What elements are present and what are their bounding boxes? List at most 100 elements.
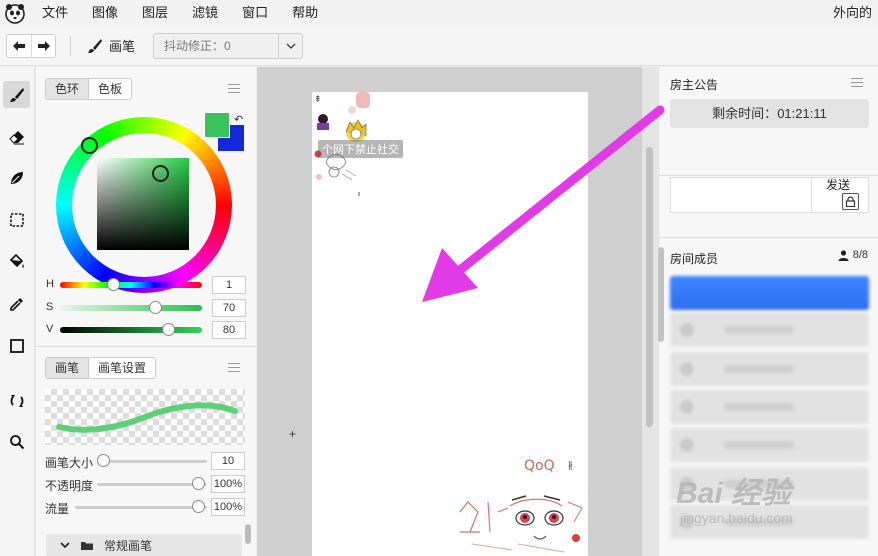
brush-icon xyxy=(9,87,24,102)
brush-category-row[interactable]: 常规画笔 xyxy=(46,534,242,556)
lock-icon[interactable] xyxy=(842,193,859,210)
shape-tool-button[interactable] xyxy=(3,332,30,359)
brush-category-label: 常规画笔 xyxy=(104,538,153,553)
remaining-time-box: 剩余时间：01:21:11 xyxy=(670,99,869,128)
value-slider[interactable]: V 80 xyxy=(44,321,246,339)
chat-input[interactable] xyxy=(670,177,812,213)
chevron-down-icon[interactable] xyxy=(278,33,302,58)
room-notice-title: 房主公告 xyxy=(670,78,719,92)
tab-swatches[interactable]: 色板 xyxy=(88,79,131,99)
tab-color-wheel[interactable]: 色环 xyxy=(46,79,89,99)
flow-row: 流量 100% xyxy=(45,498,245,516)
member-row[interactable] xyxy=(670,276,869,310)
flow-track[interactable] xyxy=(75,506,207,509)
color-wheel[interactable] xyxy=(56,117,232,293)
saturation-knob[interactable] xyxy=(149,301,162,314)
brush-tool-label: 画笔 xyxy=(109,39,136,54)
member-row[interactable] xyxy=(670,352,869,386)
member-row[interactable] xyxy=(670,390,869,424)
canvas-scrollbar[interactable] xyxy=(642,67,657,556)
hue-knob[interactable] xyxy=(107,278,120,291)
leaf-brush-icon xyxy=(10,171,23,184)
redo-arrow-icon xyxy=(37,40,50,51)
redo-button[interactable] xyxy=(31,34,55,57)
value-label: V xyxy=(46,323,54,335)
flow-knob[interactable] xyxy=(192,500,205,513)
canvas-doodles: ⇞ QoQ ∦ xyxy=(314,92,583,553)
zoom-tool-button[interactable] xyxy=(3,428,30,455)
hue-value-field[interactable]: 1 xyxy=(212,276,246,294)
brush-size-knob[interactable] xyxy=(97,454,110,467)
canvas-user-tag: 个网下禁止社交 xyxy=(318,140,403,158)
color-panel-menu-icon[interactable] xyxy=(228,84,240,93)
saturation-slider[interactable]: S 70 xyxy=(44,299,246,317)
saturation-value-square[interactable] xyxy=(97,158,189,250)
menu-help[interactable]: 帮助 xyxy=(280,0,330,26)
member-row[interactable] xyxy=(670,313,869,347)
menu-file[interactable]: 文件 xyxy=(30,0,80,26)
canvas-cursor-crosshair: + xyxy=(289,427,297,441)
value-track[interactable] xyxy=(60,327,202,333)
menu-image[interactable]: 图像 xyxy=(80,0,130,26)
svg-text:QoQ: QoQ xyxy=(524,458,555,474)
send-button[interactable]: 发送 xyxy=(812,177,869,213)
foreground-color-swatch[interactable] xyxy=(204,112,230,138)
menu-window[interactable]: 窗口 xyxy=(230,0,280,26)
user-icon xyxy=(838,249,849,261)
leaf-brush-tool-button[interactable] xyxy=(3,164,30,191)
brush-stroke-preview xyxy=(45,389,245,445)
tab-brush[interactable]: 画笔 xyxy=(46,358,89,378)
opacity-row: 不透明度 100% xyxy=(45,475,245,493)
undo-arrow-icon xyxy=(13,40,25,51)
menu-filter[interactable]: 滤镜 xyxy=(180,0,230,26)
value-knob[interactable] xyxy=(162,323,175,336)
left-panel-scrollbar[interactable] xyxy=(245,524,251,544)
selection-tool-button[interactable] xyxy=(3,206,30,233)
username-label[interactable]: 外向的 xyxy=(833,0,872,26)
current-tool-brush[interactable]: 画笔 xyxy=(87,36,135,55)
hue-label: H xyxy=(46,278,54,290)
flow-label: 流量 xyxy=(45,502,70,516)
eraser-tool-button[interactable] xyxy=(3,123,30,150)
member-row[interactable] xyxy=(670,428,869,462)
canvas-area[interactable]: ⇞ QoQ ∦ 个网下禁止社交 + xyxy=(257,67,643,556)
flow-field[interactable]: 100% xyxy=(211,498,245,516)
svg-text:⇞: ⇞ xyxy=(314,95,322,105)
stabilizer-select[interactable]: 抖动修正：0 xyxy=(153,32,304,59)
tab-brush-settings[interactable]: 画笔设置 xyxy=(88,358,155,378)
fill-tool-button[interactable] xyxy=(3,248,30,275)
rotate-icon xyxy=(10,394,23,407)
eraser-icon xyxy=(8,130,24,144)
swap-colors-icon[interactable]: ↶ xyxy=(234,113,243,126)
members-scrollbar[interactable] xyxy=(658,247,664,342)
brush-panel-menu-icon[interactable] xyxy=(228,363,240,372)
panel-divider xyxy=(36,346,256,347)
eyedropper-tool-button[interactable] xyxy=(3,290,30,317)
svg-text:∦: ∦ xyxy=(568,461,573,471)
opacity-track[interactable] xyxy=(97,483,207,486)
hue-picker-ring[interactable] xyxy=(81,137,98,154)
opacity-field[interactable]: 100% xyxy=(211,475,245,493)
left-panel: 色环 色板 ↶ H 1 S 70 V 80 画笔 画笔设置 画笔大小 10 不透… xyxy=(36,67,256,556)
undo-button[interactable] xyxy=(7,35,31,57)
opacity-knob[interactable] xyxy=(192,477,205,490)
brush-tool-button[interactable] xyxy=(3,81,30,108)
saturation-track[interactable] xyxy=(60,305,202,311)
hue-track[interactable] xyxy=(60,282,202,288)
brush-size-field[interactable]: 10 xyxy=(211,452,245,470)
sv-picker-ring[interactable] xyxy=(152,165,169,182)
rectangle-icon xyxy=(9,338,24,353)
hue-slider[interactable]: H 1 xyxy=(44,276,246,294)
canvas-scrollbar-thumb[interactable] xyxy=(646,147,653,427)
menu-layer[interactable]: 图层 xyxy=(130,0,180,26)
chevron-down-icon[interactable] xyxy=(60,541,70,549)
notice-menu-icon[interactable] xyxy=(851,78,863,87)
folder-icon xyxy=(81,541,93,550)
marquee-select-icon xyxy=(9,212,24,227)
watermark-main: Bai 经验 xyxy=(676,477,792,510)
brush-size-track[interactable] xyxy=(99,460,207,463)
drawing-canvas[interactable]: ⇞ QoQ ∦ 个网下禁止社交 xyxy=(312,92,588,556)
saturation-value-field[interactable]: 70 xyxy=(212,299,246,317)
rotate-tool-button[interactable] xyxy=(3,387,30,414)
value-value-field[interactable]: 80 xyxy=(212,321,246,339)
